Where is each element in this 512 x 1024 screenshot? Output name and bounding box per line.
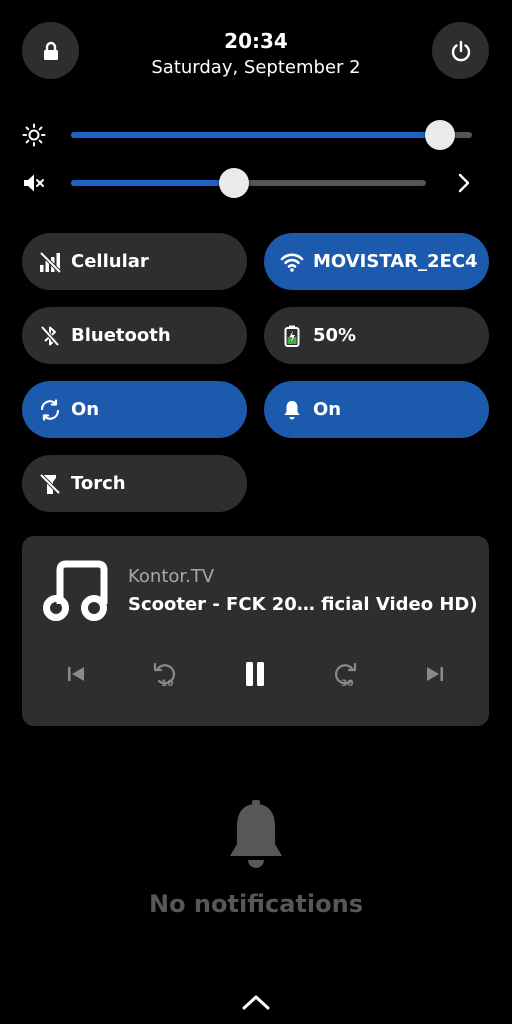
tile-cellular[interactable]: Cellular xyxy=(22,233,247,290)
brightness-icon xyxy=(22,123,46,147)
tile-cellular-label: Cellular xyxy=(71,251,149,272)
tile-notifications-label: On xyxy=(313,399,342,420)
volume-muted-icon xyxy=(24,174,44,192)
tile-notifications[interactable]: On xyxy=(264,381,489,438)
bell-icon xyxy=(230,800,282,868)
tile-wifi[interactable]: MOVISTAR_2EC4 xyxy=(264,233,489,290)
volume-slider[interactable] xyxy=(71,168,426,198)
forward-button[interactable]: 30 xyxy=(325,654,365,694)
brightness-slider[interactable] xyxy=(71,120,472,150)
bluetooth-off-icon xyxy=(37,323,63,349)
replay-seconds: 10 xyxy=(161,679,174,689)
pause-icon xyxy=(246,662,264,686)
chevron-right-icon[interactable] xyxy=(452,171,476,195)
media-player[interactable]: Kontor.TV Scooter - FCK 20… ficial Video… xyxy=(22,536,489,726)
cellular-off-icon xyxy=(37,249,63,275)
power-button[interactable] xyxy=(432,22,489,79)
tile-auto-rotate-label: On xyxy=(71,399,100,420)
tile-bluetooth-label: Bluetooth xyxy=(71,325,171,346)
empty-notifications-text: No notifications xyxy=(149,890,363,918)
tile-torch-label: Torch xyxy=(71,473,126,494)
tile-battery-label: 50% xyxy=(313,325,357,346)
tile-wifi-label: MOVISTAR_2EC4 xyxy=(313,251,478,272)
brightness-slider-fill xyxy=(71,132,440,138)
forward-icon: 30 xyxy=(335,662,357,689)
previous-track-button[interactable] xyxy=(56,654,96,694)
next-track-button[interactable] xyxy=(415,654,455,694)
replay-icon: 10 xyxy=(153,662,175,689)
tile-battery[interactable]: 50% xyxy=(264,307,489,364)
chevron-up-icon[interactable] xyxy=(240,990,272,1014)
forward-seconds: 30 xyxy=(341,679,354,689)
media-artist: Kontor.TV xyxy=(128,566,215,587)
torch-icon xyxy=(37,471,63,497)
volume-slider-row xyxy=(0,163,512,203)
volume-slider-knob[interactable] xyxy=(219,168,250,198)
volume-slider-fill xyxy=(71,180,235,186)
auto-rotate-icon xyxy=(37,397,63,423)
tile-torch[interactable]: Torch xyxy=(22,455,247,512)
skip-previous-icon xyxy=(68,667,84,681)
brightness-slider-knob[interactable] xyxy=(424,120,455,150)
pause-button[interactable] xyxy=(235,654,275,694)
tile-bluetooth[interactable]: Bluetooth xyxy=(22,307,247,364)
wifi-icon xyxy=(279,249,305,275)
notifications-bell-icon xyxy=(279,397,305,423)
battery-charging-icon xyxy=(279,323,305,349)
tile-auto-rotate[interactable]: On xyxy=(22,381,247,438)
power-icon xyxy=(451,40,470,61)
music-note-icon xyxy=(43,560,108,621)
skip-next-icon xyxy=(427,667,443,681)
media-title: Scooter - FCK 20… ficial Video HD) xyxy=(128,594,478,615)
replay-button[interactable]: 10 xyxy=(145,654,185,694)
brightness-slider-row xyxy=(0,115,512,155)
